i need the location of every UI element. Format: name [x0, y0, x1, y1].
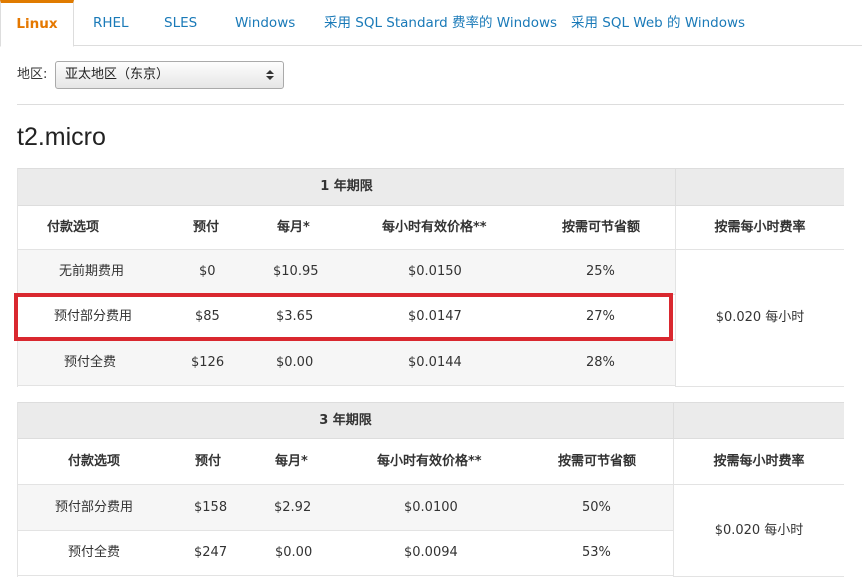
region-label: 地区:: [17, 67, 48, 82]
col-payment-option: 付款选项: [47, 220, 100, 235]
pricing-table-3yr: 3 年期限 付款选项 预付 每月* 每小时有效价格** 按需可节省额 按需每小时…: [17, 402, 844, 577]
table-row: 无前期费用 $0 $10.95 $0.0150 25%: [18, 250, 675, 295]
cell-effective-hourly: $0.0100: [404, 500, 458, 515]
col-monthly: 每月*: [275, 454, 308, 469]
cell-payment-option: 预付全费: [68, 545, 121, 560]
col-effective-hourly: 每小时有效价格**: [382, 220, 487, 235]
tab-windows-sql-standard[interactable]: 采用 SQL Standard 费率的 Windows: [324, 0, 557, 46]
tab-sles[interactable]: SLES: [164, 0, 197, 46]
cell-savings: 53%: [582, 545, 611, 560]
col-monthly: 每月*: [277, 220, 310, 235]
tab-windows-sql-web[interactable]: 采用 SQL Web 的 Windows: [571, 0, 745, 46]
col-effective-hourly: 每小时有效价格**: [377, 454, 482, 469]
cell-monthly: $2.92: [274, 500, 312, 515]
cell-savings: 28%: [586, 355, 615, 370]
col-upfront: 预付: [195, 454, 222, 469]
cell-upfront: $126: [191, 355, 225, 370]
pricing-table-1yr: 1 年期限 付款选项 预付 每月* 每小时有效价格** 按需可节省额 按需每小时…: [17, 168, 844, 387]
region-selected-value: 亚太地区（东京）: [65, 67, 170, 82]
column-header-row: 付款选项 预付 每月* 每小时有效价格** 按需可节省额: [18, 206, 675, 250]
cell-monthly: $0.00: [276, 355, 314, 370]
cell-payment-option: 预付部分费用: [55, 500, 134, 515]
os-tabs: Linux RHEL SLES Windows 采用 SQL Standard …: [0, 0, 862, 47]
cell-effective-hourly: $0.0094: [404, 545, 458, 560]
cell-upfront: $158: [194, 500, 228, 515]
cell-savings: 25%: [586, 264, 615, 279]
table-row: 预付全费 $247 $0.00 $0.0094 53%: [18, 531, 673, 576]
highlight-box: [14, 293, 673, 341]
cell-savings: 50%: [582, 500, 611, 515]
col-savings: 按需可节省额: [558, 454, 637, 469]
cell-effective-hourly: $0.0144: [408, 355, 462, 370]
cell-monthly: $10.95: [273, 264, 319, 279]
cell-effective-hourly: $0.0150: [408, 264, 462, 279]
cell-upfront: $0: [199, 264, 216, 279]
column-header-row: 付款选项 预付 每月* 每小时有效价格** 按需可节省额: [18, 439, 673, 485]
col-payment-option: 付款选项: [68, 454, 121, 469]
term-header: 1 年期限: [18, 168, 675, 206]
on-demand-rate: $0.020 每小时: [673, 485, 844, 577]
cell-payment-option: 预付全费: [64, 355, 117, 370]
instance-type-title: t2.micro: [17, 123, 106, 151]
tab-windows[interactable]: Windows: [235, 0, 295, 46]
cell-monthly: $0.00: [275, 545, 313, 560]
col-savings: 按需可节省额: [562, 220, 641, 235]
on-demand-rate: $0.020 每小时: [675, 250, 844, 387]
term-header-spacer: [675, 168, 844, 206]
tab-linux[interactable]: Linux: [0, 0, 74, 47]
term-header: 3 年期限: [18, 402, 673, 439]
cell-upfront: $247: [194, 545, 228, 560]
col-on-demand-rate: 按需每小时费率: [675, 206, 844, 250]
tab-rhel[interactable]: RHEL: [93, 0, 129, 46]
table-row: 预付全费 $126 $0.00 $0.0144 28%: [18, 340, 675, 386]
col-upfront: 预付: [193, 220, 220, 235]
divider: [17, 104, 844, 105]
term-header-spacer: [673, 402, 844, 439]
table-row: 预付部分费用 $158 $2.92 $0.0100 50%: [18, 485, 673, 531]
cell-payment-option: 无前期费用: [59, 264, 125, 279]
region-select[interactable]: 亚太地区（东京）: [55, 61, 284, 89]
col-on-demand-rate: 按需每小时费率: [673, 439, 844, 485]
select-arrows-icon: [266, 70, 274, 81]
